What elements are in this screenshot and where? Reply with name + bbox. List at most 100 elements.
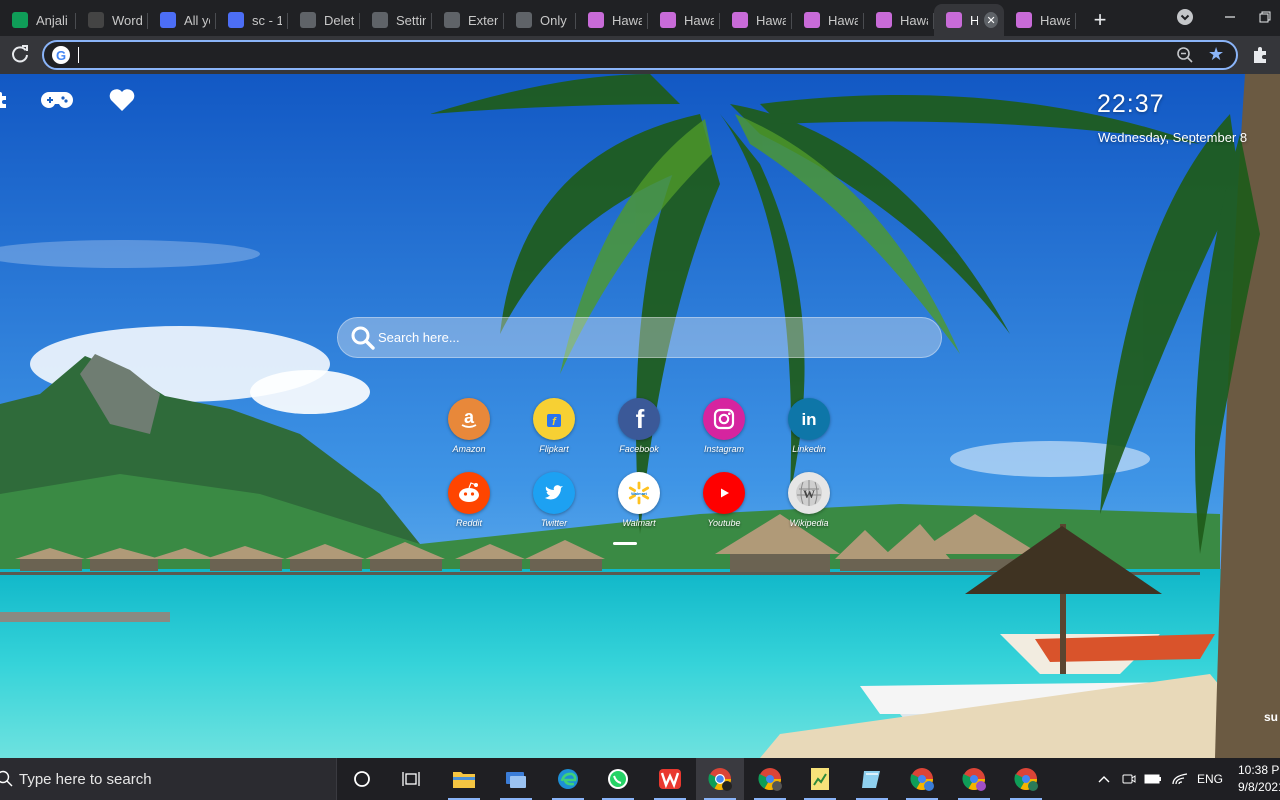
sheets-icon	[12, 12, 28, 28]
meet-now-button[interactable]	[1118, 758, 1140, 800]
shortcut-reddit[interactable]: Reddit	[429, 472, 509, 528]
hawaii-icon	[876, 12, 892, 28]
taskbar-clock[interactable]: 10:38 PM 9/8/2021	[1238, 762, 1280, 796]
shortcut-linkedin[interactable]: in Linkedin	[769, 398, 849, 454]
edge-button[interactable]	[544, 758, 592, 800]
facebook-icon: f	[618, 398, 660, 440]
address-bar[interactable]: G ★	[42, 40, 1238, 70]
zoom-out-icon[interactable]	[1176, 46, 1194, 64]
c-icon	[160, 12, 176, 28]
notes-button[interactable]	[848, 758, 896, 800]
cortana-button[interactable]	[338, 758, 386, 800]
chrome-button[interactable]	[696, 758, 744, 800]
battery-button[interactable]	[1142, 758, 1164, 800]
svg-text:f: f	[636, 406, 645, 432]
heart-icon[interactable]	[105, 86, 139, 114]
reload-icon[interactable]	[8, 42, 32, 66]
new-tab-button[interactable]: +	[1084, 4, 1116, 36]
windows-taskbar: ENG 10:38 PM 9/8/2021	[0, 758, 1280, 800]
tab-14[interactable]: H ✕	[934, 4, 1004, 36]
restore-button[interactable]	[1250, 0, 1280, 34]
tab-title: Hawa	[1040, 12, 1070, 28]
shortcut-youtube[interactable]: Youtube	[684, 472, 764, 528]
task-view-button[interactable]	[388, 758, 436, 800]
restore-icon	[1259, 11, 1271, 23]
search-icon[interactable]	[350, 325, 376, 351]
notepad-chart-button[interactable]	[796, 758, 844, 800]
tab-8[interactable]: Only	[504, 4, 576, 36]
gamepad-icon[interactable]	[40, 86, 74, 114]
tab-title: Only	[540, 12, 567, 28]
shortcut-amazon[interactable]: a Amazon	[429, 398, 509, 454]
tab-title: H	[970, 12, 979, 28]
edge-legacy-button[interactable]	[492, 758, 540, 800]
tab-15[interactable]: Hawa	[1004, 4, 1076, 36]
shortcut-flipkart[interactable]: f Flipkart	[514, 398, 594, 454]
language-indicator[interactable]: ENG	[1194, 758, 1226, 800]
minimize-button[interactable]	[1212, 0, 1248, 34]
tab-10[interactable]: Hawa	[648, 4, 720, 36]
file-explorer-button[interactable]	[440, 758, 488, 800]
wps-icon	[659, 769, 681, 789]
tab-search-button[interactable]	[1166, 0, 1204, 34]
puzzle-icon[interactable]	[0, 86, 18, 114]
tab-title: Anjali	[36, 12, 68, 28]
chrome-profile-w2-button[interactable]	[1002, 758, 1050, 800]
tab-1[interactable]: Anjali	[0, 4, 76, 36]
corner-text: su	[1264, 710, 1279, 724]
tab-13[interactable]: Hawa	[864, 4, 934, 36]
taskbar-search-input[interactable]	[19, 767, 319, 791]
tab-6[interactable]: Settin	[360, 4, 432, 36]
tab-12[interactable]: Hawa	[792, 4, 864, 36]
shortcut-instagram[interactable]: Instagram	[684, 398, 764, 454]
shortcut-label: Wikipedia	[789, 518, 829, 528]
shortcut-label: Youtube	[707, 518, 741, 528]
tray-overflow-button[interactable]	[1094, 758, 1114, 800]
close-tab-icon[interactable]: ✕	[984, 12, 998, 28]
tab-title: Settin	[396, 12, 426, 28]
tab-7[interactable]: Exten	[432, 4, 504, 36]
tab-title: Delet	[324, 12, 354, 28]
tab-9[interactable]: Hawa	[576, 4, 648, 36]
wikipedia-icon: W	[788, 472, 830, 514]
tab-title: Hawa	[684, 12, 714, 28]
chevron-up-icon	[1098, 776, 1110, 783]
extensions-puzzle-icon[interactable]	[1250, 44, 1272, 66]
walmart-icon: Walmart	[618, 472, 660, 514]
tab-11[interactable]: Hawa	[720, 4, 792, 36]
bookmark-star-icon[interactable]: ★	[1208, 44, 1228, 64]
file-explorer-icon	[453, 772, 475, 788]
tab-3[interactable]: All yo	[148, 4, 216, 36]
whatsapp-icon	[608, 769, 628, 789]
shortcut-wikipedia[interactable]: W Wikipedia	[769, 472, 849, 528]
shortcut-label: Linkedin	[792, 444, 826, 454]
chrome-profile-j-button[interactable]	[950, 758, 998, 800]
search-box[interactable]	[337, 317, 942, 358]
shortcut-facebook[interactable]: f Facebook	[599, 398, 679, 454]
shortcut-twitter[interactable]: Twitter	[514, 472, 594, 528]
globe-icon	[300, 12, 316, 28]
google-icon: G	[52, 46, 70, 64]
flipkart-icon: f	[533, 398, 575, 440]
chrome-profile-w-button[interactable]	[746, 758, 794, 800]
search-input[interactable]	[378, 318, 918, 357]
wifi-button[interactable]	[1168, 758, 1192, 800]
tab-4[interactable]: sc - 1	[216, 4, 288, 36]
svg-text:a: a	[464, 407, 475, 427]
taskbar-search-box[interactable]	[0, 758, 337, 800]
shortcut-label: Walmart	[622, 518, 656, 528]
tab-5[interactable]: Delet	[288, 4, 360, 36]
shortcut-label: Flipkart	[539, 444, 569, 454]
wps-button[interactable]	[646, 758, 694, 800]
chrome-profile-k-button[interactable]	[898, 758, 946, 800]
battery-icon	[1144, 774, 1161, 784]
whatsapp-button[interactable]	[594, 758, 642, 800]
tab-strip: Anjali Word All yo sc - 1 Delet Settin Exten On…	[0, 0, 1280, 36]
shortcut-walmart[interactable]: Walmart Walmart	[599, 472, 679, 528]
tab-title: Hawa	[828, 12, 858, 28]
taskbar-date: 9/8/2021	[1238, 780, 1280, 794]
notes-icon	[862, 771, 880, 788]
c-icon	[228, 12, 244, 28]
shortcut-label: Reddit	[455, 518, 482, 528]
tab-2[interactable]: Word	[76, 4, 148, 36]
